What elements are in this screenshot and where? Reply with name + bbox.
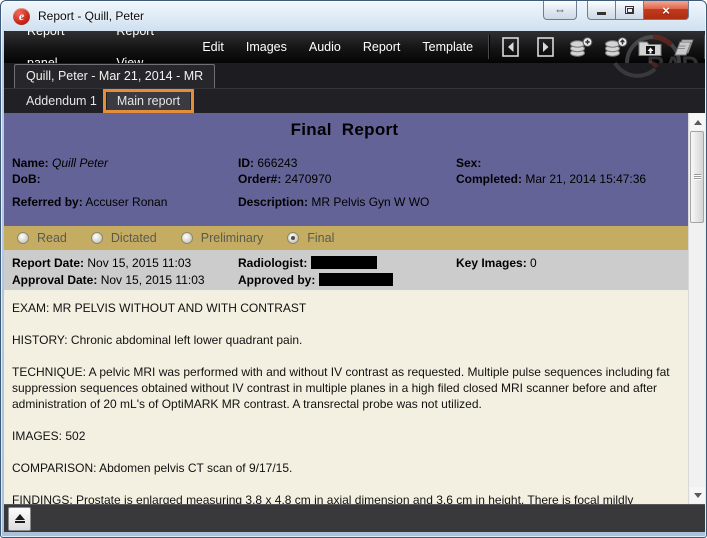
menu-images[interactable]: Images: [235, 31, 298, 63]
approval-date: Approval Date: Nov 15, 2015 11:03: [12, 272, 238, 289]
report-status-bar: Read Dictated Preliminary Final: [4, 226, 705, 250]
report-status-heading: Final Report: [4, 113, 705, 140]
audio-export-icon[interactable]: [602, 34, 628, 60]
images-paragraph: IMAGES: 502: [12, 428, 679, 444]
order-number: Order#: 2470970: [238, 171, 456, 187]
report-body-text: EXAM: MR PELVIS WITHOUT AND WITH CONTRAS…: [4, 290, 705, 504]
menu-edit[interactable]: Edit: [191, 31, 235, 63]
bottom-bar: [4, 504, 705, 532]
report-subtab-strip: Addendum 1 Main report: [4, 89, 705, 113]
patient-dob: DoB:: [12, 171, 238, 187]
audio-add-icon[interactable]: [567, 34, 593, 60]
dock-toggle-button[interactable]: ⇔: [543, 1, 577, 20]
close-button[interactable]: ×: [644, 1, 689, 20]
menu-report[interactable]: Report: [352, 31, 412, 63]
comparison-paragraph: COMPARISON: Abdomen pelvis CT scan of 9/…: [12, 460, 679, 476]
report-content-area: Final Report Name: Quill Peter ID: 66624…: [4, 113, 705, 504]
next-report-icon[interactable]: [532, 34, 558, 60]
scroll-up-button[interactable]: [690, 114, 705, 130]
menu-report-panel[interactable]: Report panel: [16, 31, 105, 63]
open-study-folder-icon[interactable]: [637, 34, 663, 60]
toolbar: [497, 34, 698, 60]
report-header-section: Final Report Name: Quill Peter ID: 66624…: [4, 113, 705, 226]
approved-by: Approved by:: [238, 272, 456, 289]
report-window: e Report - Quill, Peter ⇔ × RAD Report p…: [0, 0, 707, 538]
redacted-radiologist-name: [311, 256, 377, 269]
minimize-button[interactable]: [587, 1, 616, 20]
empty-cell: [456, 272, 705, 289]
menu-separator: [488, 35, 489, 59]
scroll-down-icon: [694, 493, 702, 498]
report-book-icon[interactable]: [672, 34, 698, 60]
previous-report-icon[interactable]: [497, 34, 523, 60]
eject-icon: [15, 514, 25, 520]
patient-info-grid: Name: Quill Peter ID: 666243 Sex: DoB: O…: [4, 155, 705, 210]
radio-dictated-circle: [91, 232, 103, 244]
radio-dictated[interactable]: Dictated: [91, 231, 157, 245]
menu-audio[interactable]: Audio: [298, 31, 352, 63]
erad-watermark-overflow: [605, 61, 675, 87]
referred-by: Referred by: Accuser Ronan: [12, 194, 238, 210]
window-title: Report - Quill, Peter: [38, 9, 144, 23]
study-tab-strip: Quill, Peter - Mar 21, 2014 - MR: [4, 63, 705, 89]
toolbar-separator: [704, 35, 705, 59]
restore-button[interactable]: [616, 1, 644, 20]
radio-final[interactable]: Final: [287, 231, 334, 245]
key-images: Key Images: 0: [456, 255, 705, 272]
report-meta-section: Report Date: Nov 15, 2015 11:03 Radiolog…: [4, 250, 705, 290]
patient-id: ID: 666243: [238, 155, 456, 171]
scroll-down-button[interactable]: [690, 487, 705, 503]
radio-final-circle-selected: [287, 232, 299, 244]
redacted-approved-by-name: [319, 273, 393, 286]
vertical-scrollbar[interactable]: [688, 113, 705, 504]
menu-report-view[interactable]: Report View: [105, 31, 191, 63]
minimize-icon: [597, 12, 606, 15]
history-paragraph: HISTORY: Chronic abdominal left lower qu…: [12, 332, 679, 348]
patient-sex: Sex:: [456, 155, 705, 171]
erad-app-icon: e: [13, 8, 30, 25]
radio-read-circle: [17, 232, 29, 244]
technique-paragraph: TECHNIQUE: A pelvic MRI was performed wi…: [12, 364, 679, 412]
study-description: Description: MR Pelvis Gyn W WO: [238, 194, 456, 210]
radio-preliminary-circle: [181, 232, 193, 244]
restore-icon: [625, 6, 634, 14]
radiologist: Radiologist:: [238, 255, 456, 272]
tab-main-report[interactable]: Main report: [107, 92, 190, 110]
report-date: Report Date: Nov 15, 2015 11:03: [12, 255, 238, 272]
title-bar[interactable]: e Report - Quill, Peter ⇔ ×: [4, 1, 703, 31]
menu-template[interactable]: Template: [411, 31, 484, 63]
scrollbar-grip: [694, 174, 701, 180]
radio-preliminary[interactable]: Preliminary: [181, 231, 264, 245]
findings-paragraph: FINDINGS: Prostate is enlarged measuring…: [12, 492, 679, 504]
tab-study-quill-peter[interactable]: Quill, Peter - Mar 21, 2014 - MR: [14, 64, 215, 88]
radio-read[interactable]: Read: [17, 231, 67, 245]
tab-addendum-1[interactable]: Addendum 1: [16, 92, 107, 110]
empty-cell: [456, 194, 705, 210]
tab-main-report-label: Main report: [117, 94, 180, 108]
menu-bar: RAD Report panel Report View Edit Images…: [4, 31, 705, 63]
collapse-panel-button[interactable]: [8, 507, 31, 531]
scroll-up-icon: [694, 120, 702, 125]
patient-name: Name: Quill Peter: [12, 155, 238, 171]
completed-datetime: Completed: Mar 21, 2014 15:47:36: [456, 171, 705, 187]
scrollbar-thumb[interactable]: [690, 131, 704, 223]
exam-paragraph: EXAM: MR PELVIS WITHOUT AND WITH CONTRAS…: [12, 300, 679, 316]
